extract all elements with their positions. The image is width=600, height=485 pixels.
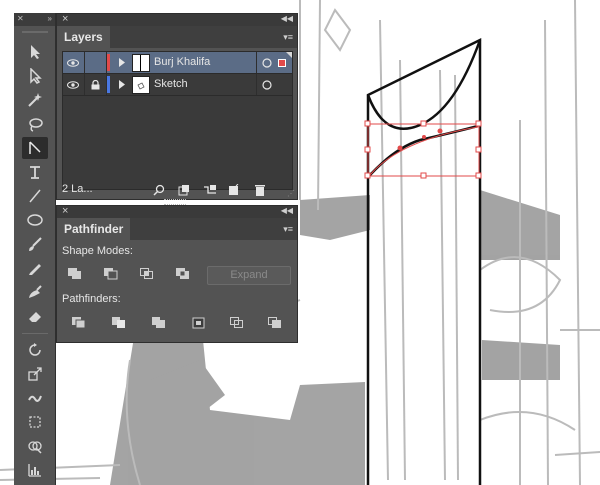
scale-tool-icon[interactable] bbox=[22, 363, 48, 385]
lasso-tool-icon[interactable] bbox=[22, 113, 48, 135]
layers-tab-row: Layers ▾≡ bbox=[57, 26, 297, 48]
ellipse-tool-icon[interactable] bbox=[22, 209, 48, 231]
type-tool-icon[interactable] bbox=[22, 161, 48, 183]
tools-divider bbox=[22, 31, 48, 33]
tab-pathfinder[interactable]: Pathfinder bbox=[57, 218, 131, 240]
direct-selection-tool-icon[interactable] bbox=[22, 65, 48, 87]
tools-panel-grip[interactable]: ✕ » bbox=[14, 13, 55, 26]
tab-layers[interactable]: Layers bbox=[57, 26, 110, 48]
shape-modes-label: Shape Modes: bbox=[62, 245, 133, 257]
merge-icon[interactable] bbox=[151, 316, 167, 330]
close-icon[interactable]: × bbox=[62, 13, 68, 25]
new-sublayer-icon[interactable] bbox=[203, 184, 217, 199]
blob-brush-tool-icon[interactable] bbox=[22, 281, 48, 303]
shape-builder-tool-icon[interactable] bbox=[22, 435, 48, 457]
eye-icon[interactable] bbox=[63, 52, 83, 73]
eye-icon[interactable] bbox=[63, 74, 83, 95]
layers-panel-titlebar[interactable]: × ◀◀ bbox=[57, 13, 297, 26]
exclude-icon[interactable] bbox=[175, 267, 191, 281]
warp-tool-icon[interactable] bbox=[22, 387, 48, 409]
graph-tool-icon[interactable] bbox=[22, 459, 48, 481]
layer-name: Burj Khalifa bbox=[154, 56, 211, 68]
tools-divider bbox=[22, 333, 48, 334]
eraser-tool-icon[interactable] bbox=[22, 305, 48, 327]
trim-icon[interactable] bbox=[111, 316, 127, 330]
pencil-tool-icon[interactable] bbox=[22, 257, 48, 279]
pathfinder-panel: × ◀◀ Pathfinder ▾≡ Shape Modes: Expand P… bbox=[56, 205, 298, 343]
delete-icon[interactable] bbox=[254, 184, 266, 199]
layer-name: Sketch bbox=[154, 78, 188, 90]
collapse-icon[interactable]: ◀◀ bbox=[281, 14, 293, 23]
lock-toggle[interactable] bbox=[85, 52, 105, 73]
resize-grip-icon[interactable]: ⋰ bbox=[287, 189, 295, 198]
layer-thumbnail bbox=[132, 76, 150, 94]
selection-tool-icon[interactable] bbox=[22, 41, 48, 63]
minus-front-icon[interactable] bbox=[103, 267, 119, 281]
target-circle-icon[interactable] bbox=[257, 52, 277, 73]
expand-button[interactable]: Expand bbox=[207, 266, 291, 285]
layer-color-bar bbox=[107, 76, 110, 93]
panel-menu-icon[interactable]: ▾≡ bbox=[283, 224, 293, 235]
layer-row-burj-khalifa[interactable]: Burj Khalifa bbox=[63, 52, 292, 73]
paintbrush-tool-icon[interactable] bbox=[22, 233, 48, 255]
pathfinder-tab-row: Pathfinder ▾≡ bbox=[57, 218, 297, 240]
outline-icon[interactable] bbox=[229, 316, 245, 330]
divide-icon[interactable] bbox=[71, 316, 87, 330]
target-circle-icon[interactable] bbox=[257, 74, 277, 95]
close-icon[interactable]: ✕ bbox=[17, 14, 24, 23]
line-tool-icon[interactable] bbox=[22, 185, 48, 207]
locate-object-icon[interactable] bbox=[153, 184, 165, 199]
layers-panel: × ◀◀ Layers ▾≡ Burj Khalifa Sketch 2 La.… bbox=[56, 13, 298, 200]
magic-wand-tool-icon[interactable] bbox=[22, 89, 48, 111]
close-icon[interactable]: × bbox=[62, 205, 68, 217]
collapse-icon[interactable]: ◀◀ bbox=[281, 206, 293, 215]
pathfinder-panel-titlebar[interactable]: × ◀◀ bbox=[57, 205, 297, 218]
crop-icon[interactable] bbox=[191, 316, 207, 330]
panel-menu-icon[interactable]: ▾≡ bbox=[283, 32, 293, 43]
layers-footer: 2 La... ⋰ bbox=[57, 182, 297, 198]
expand-triangle-icon[interactable] bbox=[114, 52, 128, 73]
layer-list: Burj Khalifa Sketch bbox=[62, 51, 293, 190]
unite-icon[interactable] bbox=[67, 267, 83, 281]
minus-back-icon[interactable] bbox=[267, 316, 283, 330]
layer-color-bar bbox=[107, 54, 110, 71]
layer-thumbnail bbox=[132, 54, 150, 72]
expand-triangle-icon[interactable] bbox=[114, 74, 128, 95]
rotate-tool-icon[interactable] bbox=[22, 339, 48, 361]
lock-icon[interactable] bbox=[85, 74, 105, 95]
clipping-mask-icon[interactable] bbox=[178, 184, 190, 199]
free-transform-tool-icon[interactable] bbox=[22, 411, 48, 433]
layer-count: 2 La... bbox=[62, 183, 93, 195]
expand-icon[interactable]: » bbox=[48, 14, 52, 23]
pathfinders-label: Pathfinders: bbox=[62, 293, 121, 305]
pen-tool-icon[interactable] bbox=[22, 137, 48, 159]
intersect-icon[interactable] bbox=[139, 267, 155, 281]
new-layer-icon[interactable] bbox=[228, 183, 240, 199]
tools-panel: ✕ » bbox=[14, 13, 56, 485]
layer-row-sketch[interactable]: Sketch bbox=[63, 73, 292, 96]
